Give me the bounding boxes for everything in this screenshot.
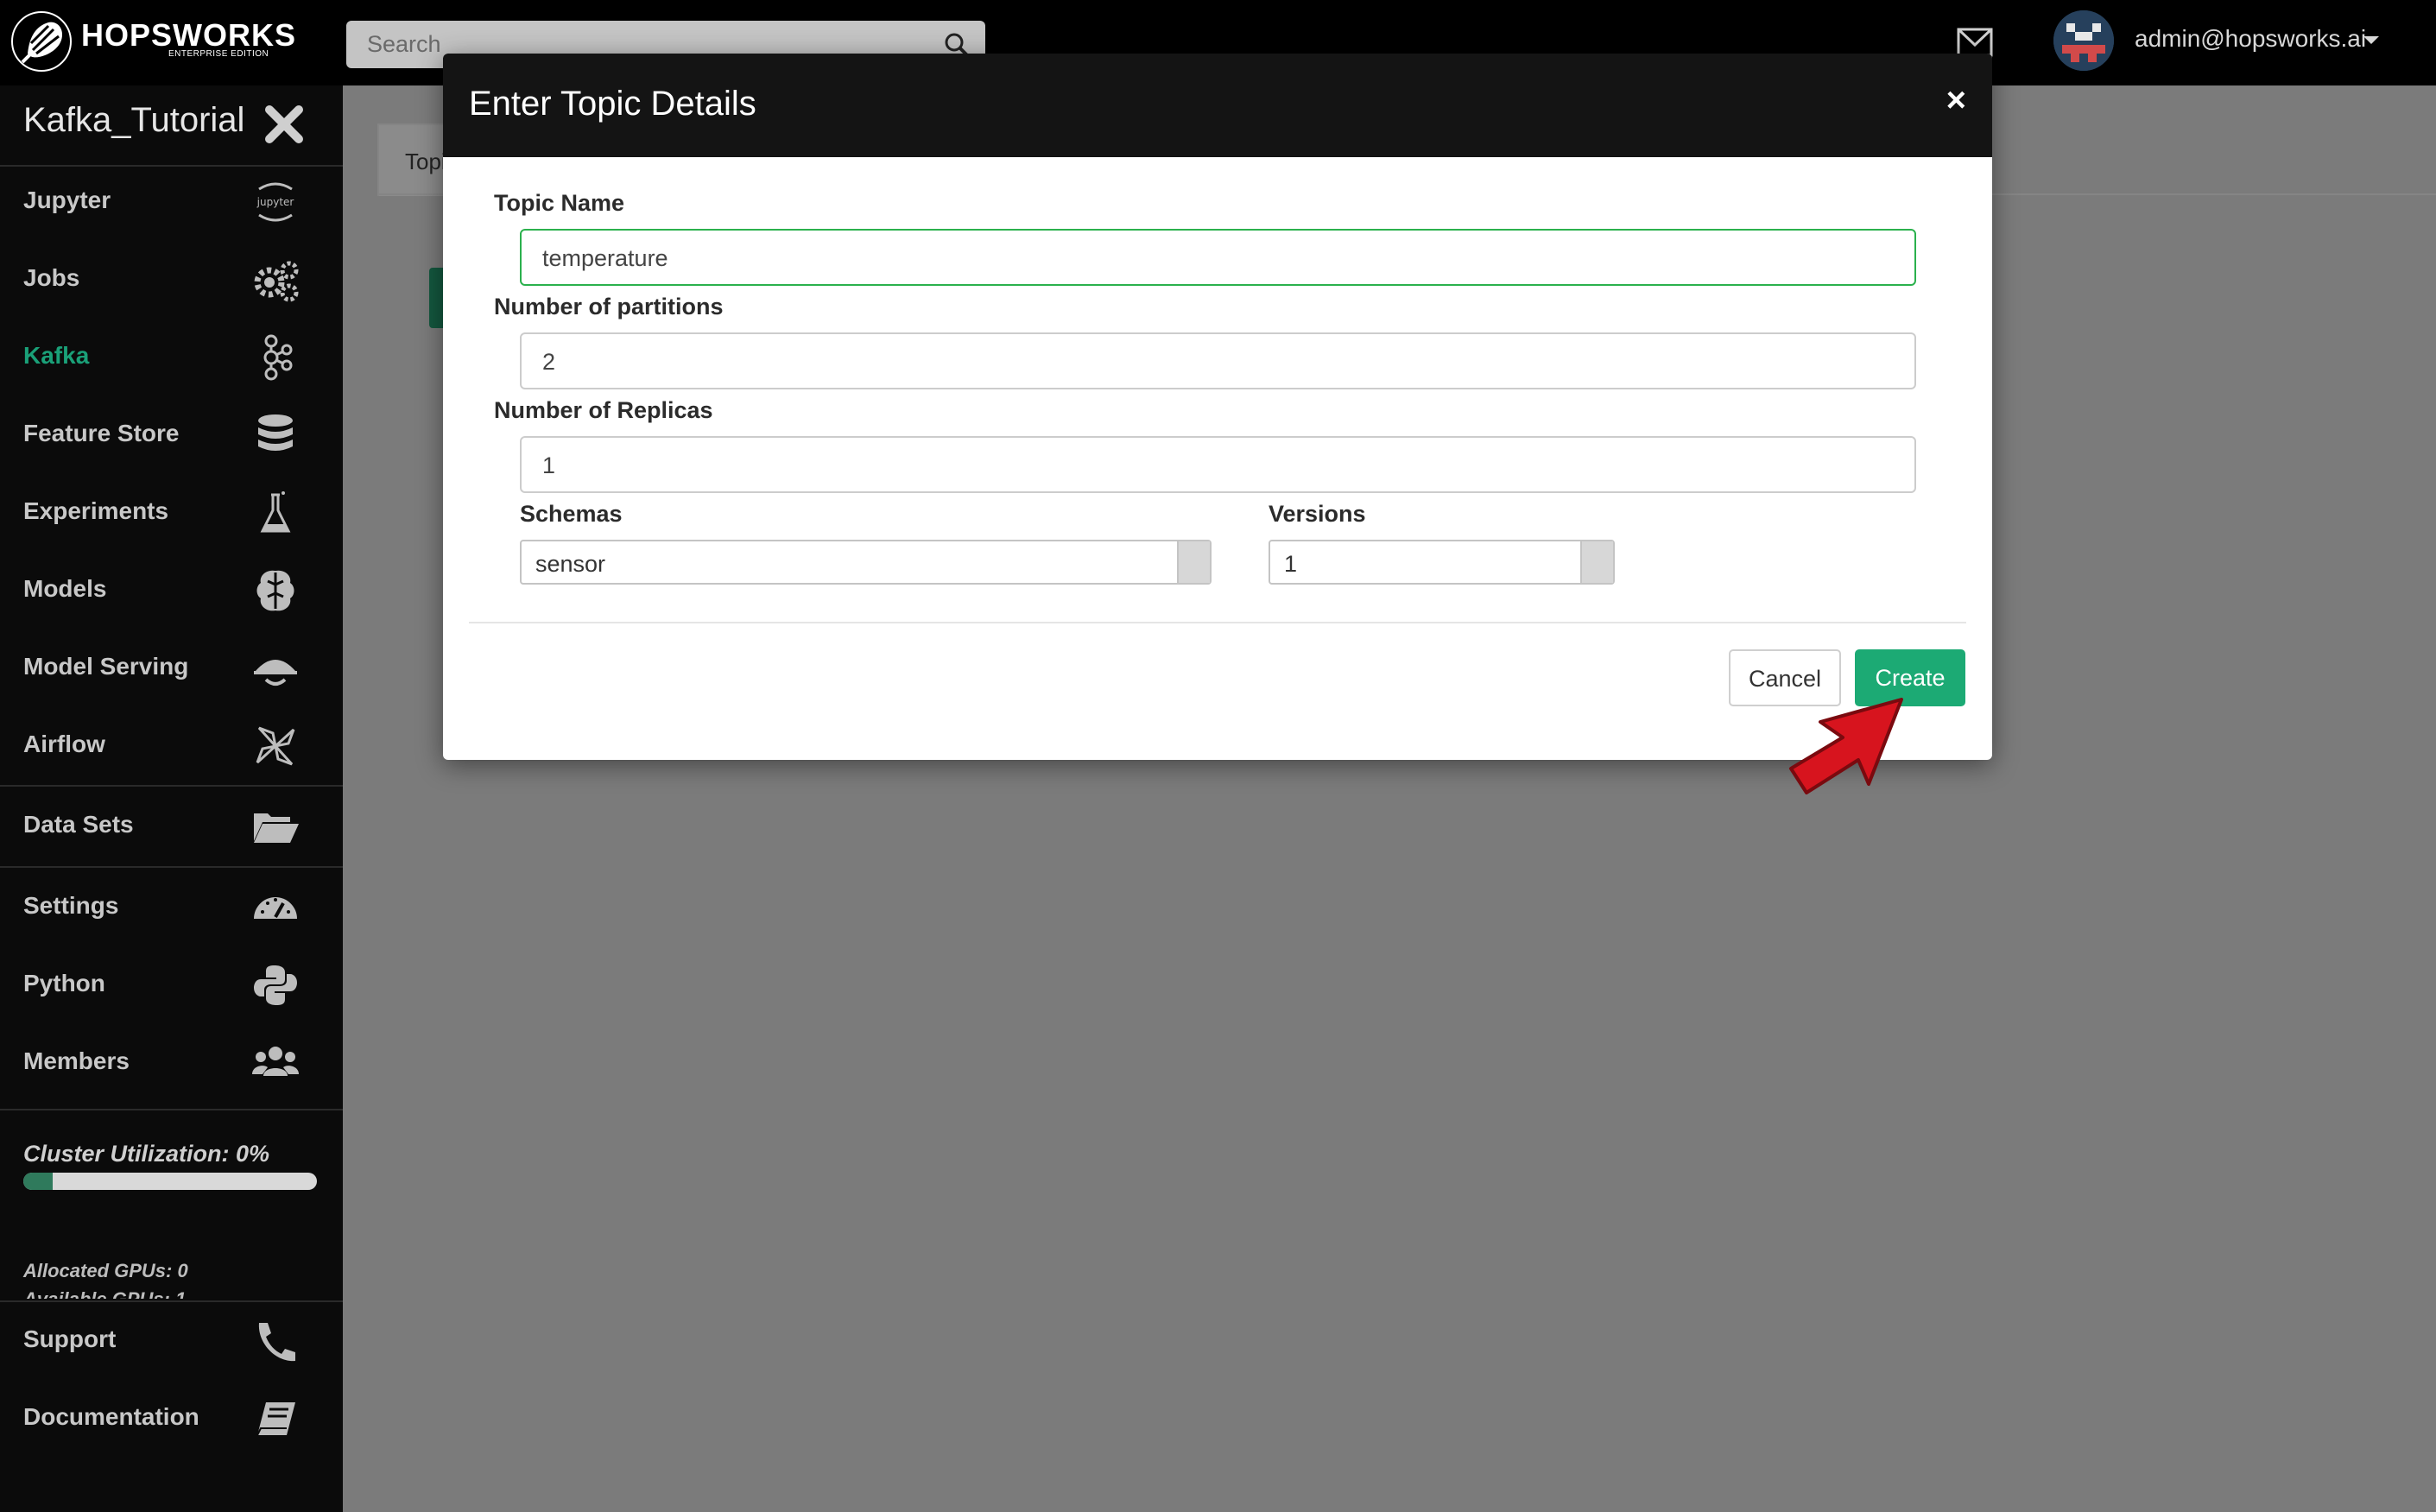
- search-placeholder: Search: [367, 31, 441, 57]
- sidebar-item-documentation[interactable]: Documentation: [0, 1380, 343, 1458]
- gauge-icon: [254, 897, 297, 919]
- partitions-value: 2: [542, 349, 556, 375]
- versions-value: 1: [1284, 551, 1298, 577]
- project-header: Kafka_Tutorial: [0, 85, 343, 167]
- users-icon: [252, 1047, 299, 1076]
- sidebar-item-label: Models: [23, 575, 107, 602]
- sidebar: Kafka_Tutorial Jupyter jupyter Jobs Kafk…: [0, 85, 343, 1512]
- brand-name: HOPSWORKS: [81, 17, 297, 53]
- sidebar-item-support[interactable]: Support: [0, 1302, 343, 1380]
- sidebar-item-data-sets[interactable]: Data Sets: [0, 788, 343, 865]
- sidebar-item-label: Kafka: [23, 342, 90, 369]
- modal-header: Enter Topic Details ×: [443, 54, 1992, 157]
- schemas-value: sensor: [535, 551, 606, 577]
- sidebar-item-label: Model Serving: [23, 653, 189, 680]
- brand-edition: ENTERPRISE EDITION: [168, 49, 269, 59]
- sidebar-item-label: Settings: [23, 892, 119, 919]
- topic-name-field[interactable]: temperature: [520, 229, 1916, 286]
- schemas-label: Schemas: [520, 501, 623, 527]
- partitions-label: Number of partitions: [494, 294, 724, 319]
- sidebar-item-models[interactable]: Models: [0, 552, 343, 629]
- phone-icon: [258, 1323, 295, 1362]
- cluster-utilization-label: Cluster Utilization: 0%: [23, 1141, 270, 1167]
- serving-icon: [254, 660, 297, 686]
- sidebar-item-kafka[interactable]: Kafka: [0, 319, 343, 396]
- sidebar-item-model-serving[interactable]: Model Serving: [0, 629, 343, 707]
- sidebar-item-members[interactable]: Members: [0, 1024, 343, 1102]
- cluster-utilization-fill: [23, 1173, 53, 1190]
- svg-text:jupyter: jupyter: [256, 196, 294, 208]
- sidebar-item-label: Airflow: [23, 731, 105, 757]
- sidebar-item-python[interactable]: Python: [0, 946, 343, 1024]
- versions-select[interactable]: 1: [1269, 540, 1615, 585]
- pointer-arrow-icon: [1789, 698, 1903, 794]
- available-gpus: Available GPUs: 1: [23, 1288, 186, 1299]
- cancel-button-label: Cancel: [1748, 666, 1822, 692]
- topic-name-value: temperature: [542, 245, 668, 271]
- folder-open-icon: [254, 813, 299, 843]
- sidebar-item-airflow[interactable]: Airflow: [0, 707, 343, 785]
- gears-icon: [254, 261, 299, 302]
- versions-dropdown-toggle[interactable]: [1580, 541, 1613, 583]
- pinwheel-icon: [256, 726, 295, 766]
- replicas-label: Number of Replicas: [494, 397, 713, 423]
- create-button-label: Create: [1875, 665, 1946, 691]
- jupyter-icon: jupyter: [256, 182, 294, 222]
- project-name[interactable]: Kafka_Tutorial: [23, 101, 244, 140]
- book-icon: [256, 1402, 295, 1436]
- sidebar-item-label: Members: [23, 1047, 130, 1074]
- sidebar-item-experiments[interactable]: Experiments: [0, 474, 343, 552]
- sidebar-divider: [0, 785, 343, 787]
- sidebar-divider: [0, 1109, 343, 1110]
- kafka-icon: [263, 334, 293, 381]
- topic-details-modal: Enter Topic Details × Topic Name tempera…: [443, 54, 1992, 794]
- sidebar-divider: [0, 866, 343, 868]
- database-icon: [258, 414, 293, 451]
- sidebar-item-label: Jupyter: [23, 187, 111, 213]
- sidebar-item-label: Jobs: [23, 264, 80, 291]
- replicas-value: 1: [542, 452, 556, 478]
- close-project-icon[interactable]: [264, 104, 304, 144]
- partitions-field[interactable]: 2: [520, 332, 1916, 389]
- sidebar-item-label: Support: [23, 1325, 117, 1352]
- python-icon: [254, 965, 297, 1005]
- schemas-dropdown-toggle[interactable]: [1177, 541, 1210, 583]
- sidebar-item-label: Python: [23, 970, 105, 996]
- user-menu-caret-icon[interactable]: [2363, 36, 2379, 44]
- sidebar-item-label: Data Sets: [23, 811, 134, 838]
- sidebar-item-label: Feature Store: [23, 420, 180, 446]
- sidebar-item-label: Experiments: [23, 497, 169, 524]
- sidebar-item-feature-store[interactable]: Feature Store: [0, 396, 343, 474]
- sidebar-item-label: Documentation: [23, 1403, 199, 1430]
- user-avatar[interactable]: [2053, 10, 2114, 71]
- sidebar-item-jupyter[interactable]: Jupyter jupyter: [0, 163, 343, 241]
- hopsworks-logo-icon[interactable]: [10, 10, 73, 73]
- user-email[interactable]: admin@hopsworks.ai: [2135, 25, 2366, 53]
- schemas-select[interactable]: sensor: [520, 540, 1212, 585]
- modal-title: Enter Topic Details: [469, 85, 756, 123]
- topic-name-label: Topic Name: [494, 190, 625, 216]
- mail-icon[interactable]: [1957, 28, 1993, 57]
- cluster-utilization-bar: [23, 1173, 317, 1190]
- modal-footer-divider: [469, 622, 1966, 623]
- sidebar-item-settings[interactable]: Settings: [0, 869, 343, 946]
- brain-icon: [256, 570, 294, 611]
- close-icon[interactable]: ×: [1946, 83, 1966, 117]
- avatar-pattern-icon: [2053, 10, 2114, 71]
- replicas-field[interactable]: 1: [520, 436, 1916, 493]
- flask-icon: [260, 491, 291, 533]
- sidebar-item-jobs[interactable]: Jobs: [0, 241, 343, 319]
- allocated-gpus: Allocated GPUs: 0: [23, 1260, 188, 1281]
- versions-label: Versions: [1269, 501, 1366, 527]
